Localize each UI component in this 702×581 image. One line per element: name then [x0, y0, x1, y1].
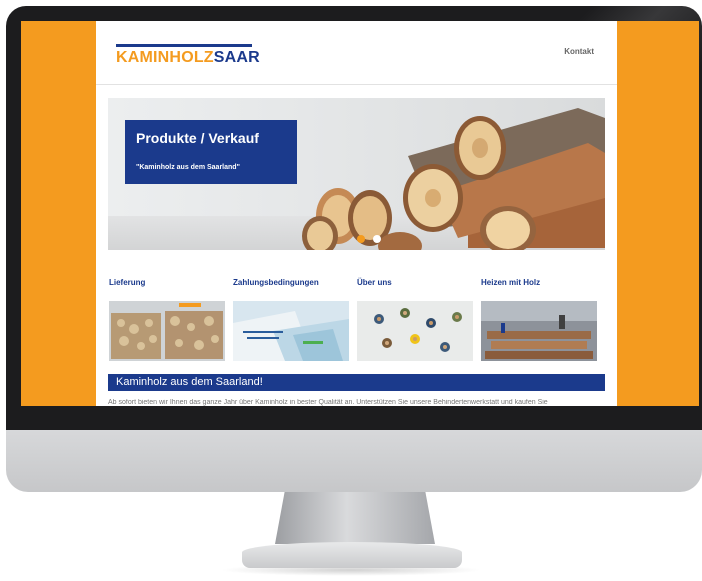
- monitor-base: [242, 542, 462, 568]
- category-label-zahlungsbedingungen[interactable]: Zahlungsbedingungen: [233, 278, 319, 287]
- category-label-lieferung[interactable]: Lieferung: [109, 278, 145, 287]
- section-title: Kaminholz aus dem Saarland!: [116, 376, 263, 388]
- invoices-graphic: [233, 301, 349, 361]
- invoices-image[interactable]: [233, 301, 349, 361]
- slider-dot-2[interactable]: [373, 235, 381, 243]
- category-label-ueber-uns[interactable]: Über uns: [357, 278, 392, 287]
- logs-workshop-graphic: [481, 301, 597, 361]
- monitor-screen: KAMINHOLZSAAR Kontakt Produkte / Verkauf…: [21, 21, 699, 406]
- workers-aerial-graphic: [357, 301, 473, 361]
- hero-subtitle: "Kaminholz aus dem Saarland": [136, 164, 240, 171]
- firewood-crates-graphic: [109, 301, 225, 361]
- monitor-chin: [6, 430, 702, 492]
- workers-aerial-image[interactable]: [357, 301, 473, 361]
- hero-title: Produkte / Verkauf: [136, 130, 259, 146]
- monitor-stand: [275, 492, 435, 544]
- logo-bar: [116, 44, 252, 47]
- category-label-heizen[interactable]: Heizen mit Holz: [481, 278, 540, 287]
- site-logo[interactable]: KAMINHOLZSAAR: [116, 49, 260, 67]
- firewood-crates-image[interactable]: [109, 301, 225, 361]
- slider-dot-1[interactable]: [357, 235, 365, 243]
- header-divider: [96, 84, 617, 85]
- logo-part-saar: SAAR: [213, 49, 260, 66]
- section-banner: Kaminholz aus dem Saarland!: [108, 374, 605, 391]
- website-page: KAMINHOLZSAAR Kontakt Produkte / Verkauf…: [96, 21, 617, 406]
- hero-caption-box: Produkte / Verkauf "Kaminholz aus dem Sa…: [125, 120, 297, 184]
- section-body-text: Ab sofort bieten wir Ihnen das ganze Jah…: [108, 399, 548, 406]
- nav-contact-link[interactable]: Kontakt: [564, 47, 594, 56]
- logs-workshop-image[interactable]: [481, 301, 597, 361]
- logo-part-kaminholz: KAMINHOLZ: [116, 49, 214, 66]
- hero-slider[interactable]: Produkte / Verkauf "Kaminholz aus dem Sa…: [108, 98, 605, 250]
